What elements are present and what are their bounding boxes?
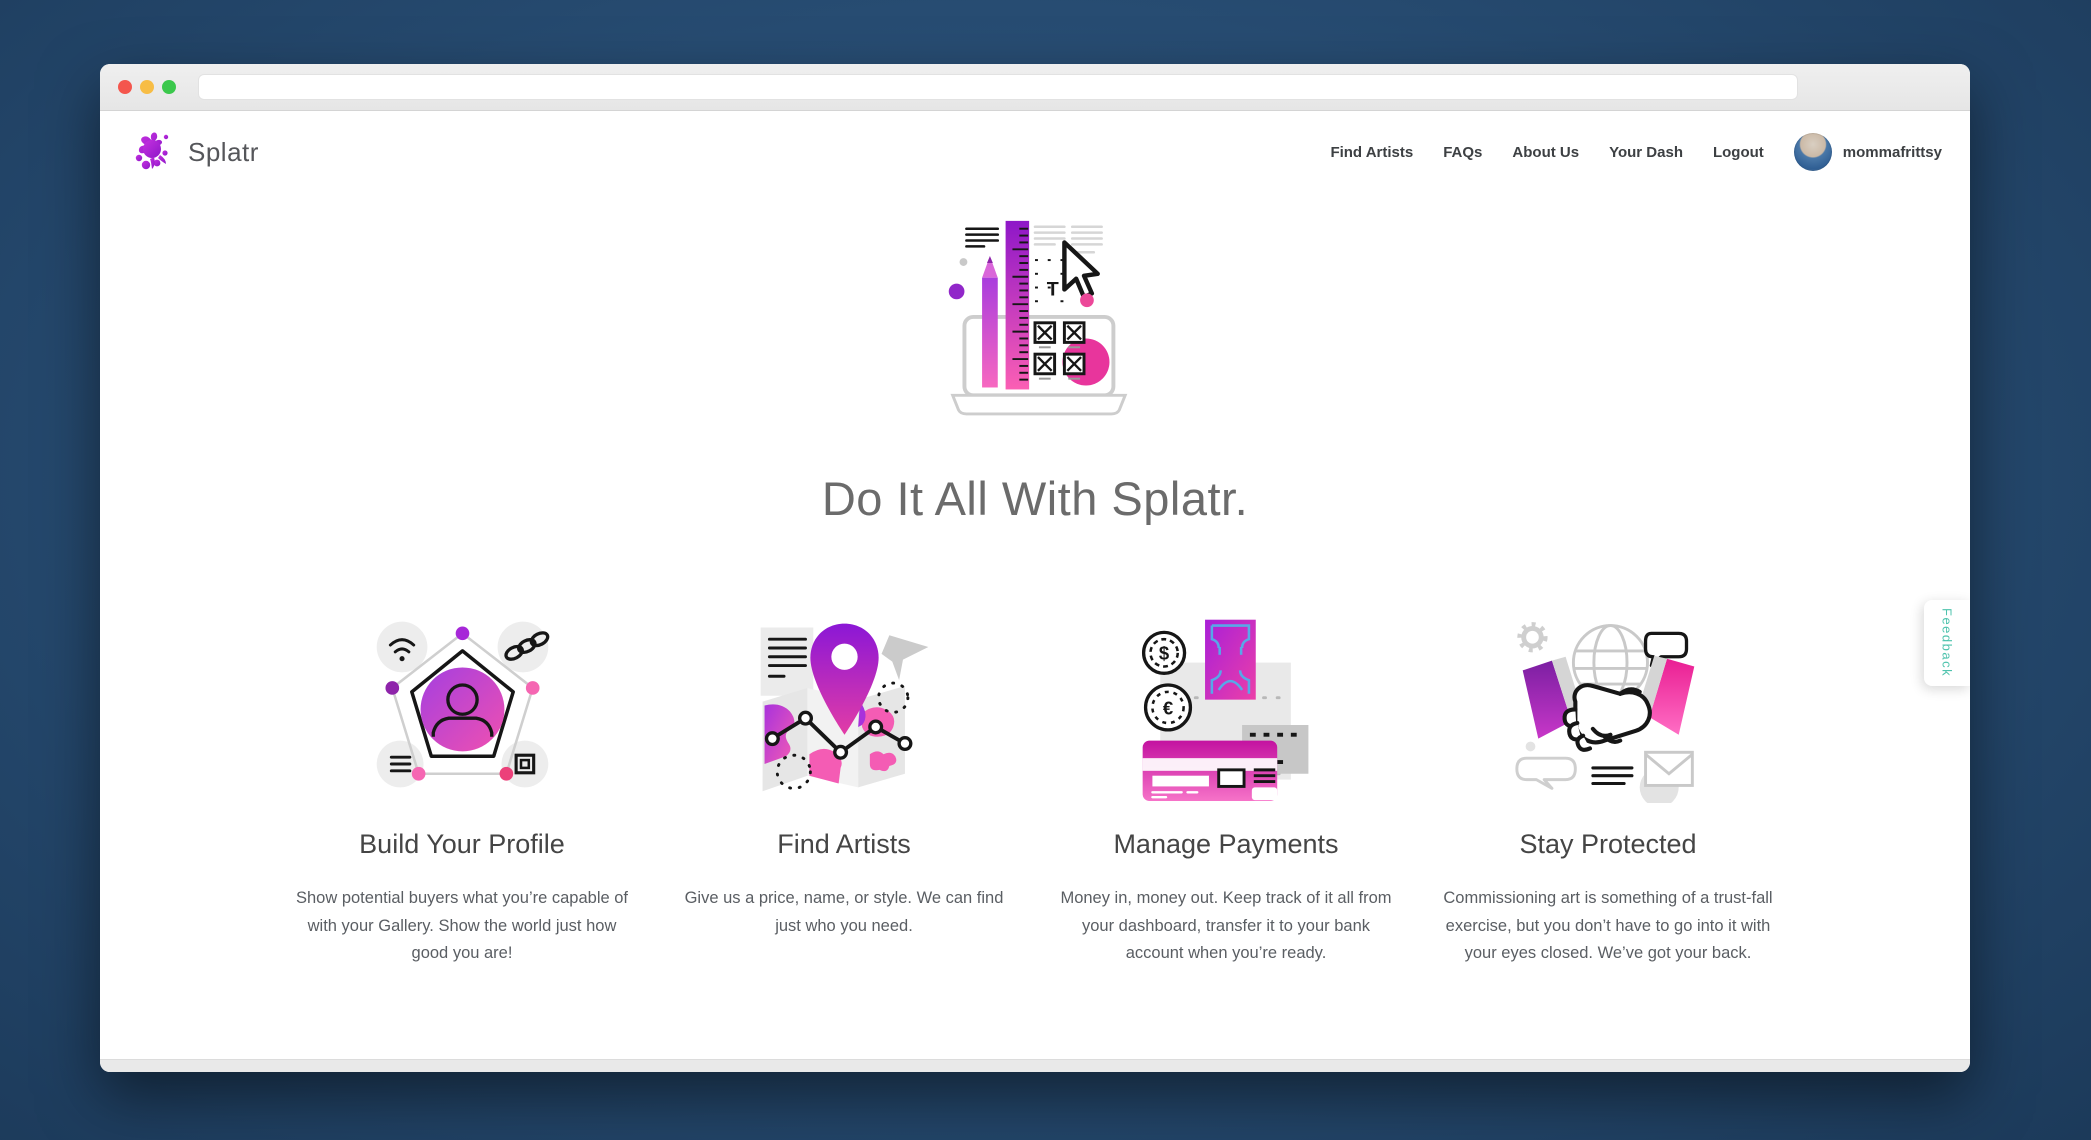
feature-body: Money in, money out. Keep track of it al… <box>1053 885 1399 966</box>
brand-name: Splatr <box>188 137 259 168</box>
feature-title: Find Artists <box>777 829 911 860</box>
payments-illustration: $ € <box>1129 608 1324 803</box>
minimize-button[interactable] <box>140 80 154 94</box>
map-pin-illustration <box>747 608 942 803</box>
design-tools-illustration: T <box>937 207 1133 419</box>
close-button[interactable] <box>118 80 132 94</box>
traffic-lights <box>118 80 176 94</box>
svg-text:$: $ <box>1158 643 1169 664</box>
feature-body: Commissioning art is something of a trus… <box>1435 885 1781 966</box>
desktop-background: Splatr Find Artists FAQs About Us Your D… <box>0 0 2091 1140</box>
browser-chrome <box>100 64 1970 111</box>
feature-title: Manage Payments <box>1113 829 1338 860</box>
features-row: Build Your Profile Show potential buyers… <box>100 607 1970 966</box>
feedback-tab[interactable]: Feedback <box>1924 600 1970 686</box>
nav-find-artists[interactable]: Find Artists <box>1330 144 1413 161</box>
page-title: Do It All With Splatr. <box>822 471 1248 526</box>
hero-section: T <box>100 193 1970 557</box>
gear-icon <box>1519 625 1544 650</box>
svg-text:€: € <box>1162 698 1172 719</box>
nav-about-us[interactable]: About Us <box>1512 144 1579 161</box>
account-menu[interactable]: mommafrittsy <box>1794 133 1942 171</box>
splat-icon <box>130 129 174 175</box>
brand-logo[interactable]: Splatr <box>130 129 259 175</box>
dollar-coin-icon: $ <box>1143 633 1184 674</box>
avatar[interactable] <box>1794 133 1832 171</box>
main-nav: Find Artists FAQs About Us Your Dash Log… <box>1330 144 1763 161</box>
url-bar[interactable] <box>198 74 1798 100</box>
envelope-icon <box>1645 753 1692 786</box>
nav-faqs[interactable]: FAQs <box>1443 144 1482 161</box>
euro-coin-icon: € <box>1145 686 1190 731</box>
svg-text:T: T <box>1047 278 1059 300</box>
feedback-tab-label: Feedback <box>1940 608 1955 677</box>
feature-title: Stay Protected <box>1519 829 1696 860</box>
feature-manage-payments: $ € <box>1035 607 1417 966</box>
feature-stay-protected: Stay Protected Commissioning art is some… <box>1417 607 1799 966</box>
speech-bubble-gray-icon <box>1516 759 1575 789</box>
profile-pentagon-illustration <box>365 608 560 803</box>
footer-strip <box>100 1059 1970 1072</box>
feature-body: Show potential buyers what you’re capabl… <box>289 885 635 966</box>
nav-logout[interactable]: Logout <box>1713 144 1764 161</box>
zoom-button[interactable] <box>162 80 176 94</box>
username: mommafrittsy <box>1843 144 1942 161</box>
feature-body: Give us a price, name, or style. We can … <box>671 885 1017 939</box>
handshake-illustration <box>1511 608 1706 803</box>
site-header: Splatr Find Artists FAQs About Us Your D… <box>100 111 1970 193</box>
nav-your-dash[interactable]: Your Dash <box>1609 144 1683 161</box>
feature-find-artists: Find Artists Give us a price, name, or s… <box>653 607 1035 966</box>
browser-window: Splatr Find Artists FAQs About Us Your D… <box>100 64 1970 1072</box>
feature-title: Build Your Profile <box>359 829 565 860</box>
feature-build-your-profile: Build Your Profile Show potential buyers… <box>271 607 653 966</box>
